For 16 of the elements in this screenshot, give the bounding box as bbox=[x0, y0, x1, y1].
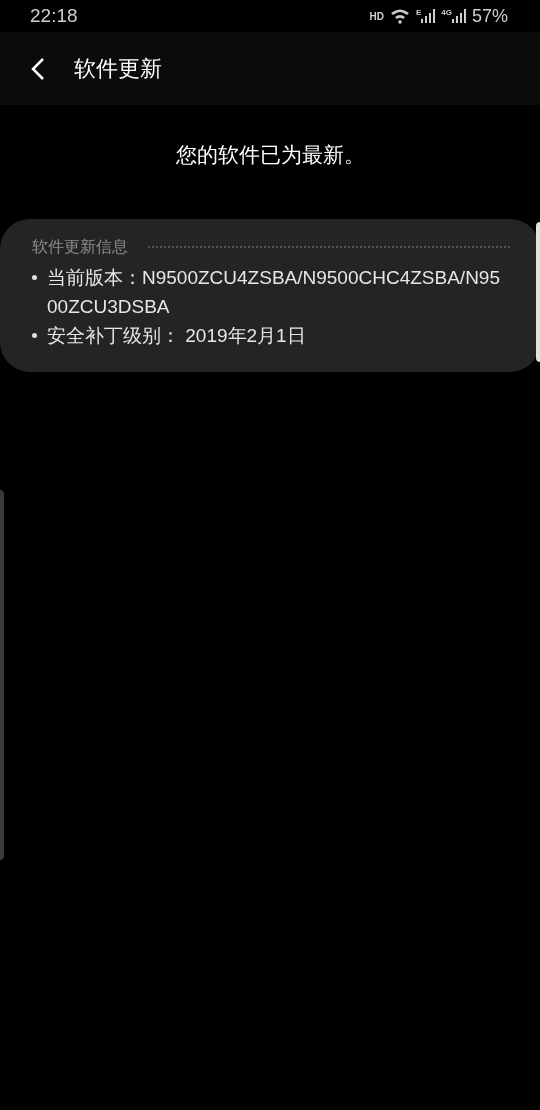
status-message: 您的软件已为最新。 bbox=[175, 142, 365, 168]
signal-icon bbox=[451, 9, 466, 23]
info-item: 安全补丁级别： 2019年2月1日 bbox=[47, 323, 306, 348]
page-title: 软件更新 bbox=[74, 55, 162, 83]
bullet-icon bbox=[32, 274, 37, 280]
bullet-icon bbox=[32, 332, 37, 338]
status-time: 22:18 bbox=[30, 3, 78, 28]
wifi-icon bbox=[389, 8, 410, 24]
hd-label: HD bbox=[369, 9, 384, 24]
section-title: 软件更新信息 bbox=[32, 236, 128, 257]
signal-icon bbox=[421, 9, 436, 23]
network-type-label: 4G bbox=[441, 9, 452, 17]
network-type-label: E bbox=[415, 9, 422, 17]
battery-percent: 57% bbox=[471, 4, 508, 28]
info-item: 当前版本：N9500ZCU4ZSBA/N9500CHC4ZSBA/N9500ZCU3DSBA bbox=[47, 265, 501, 319]
back-icon bbox=[31, 56, 45, 81]
